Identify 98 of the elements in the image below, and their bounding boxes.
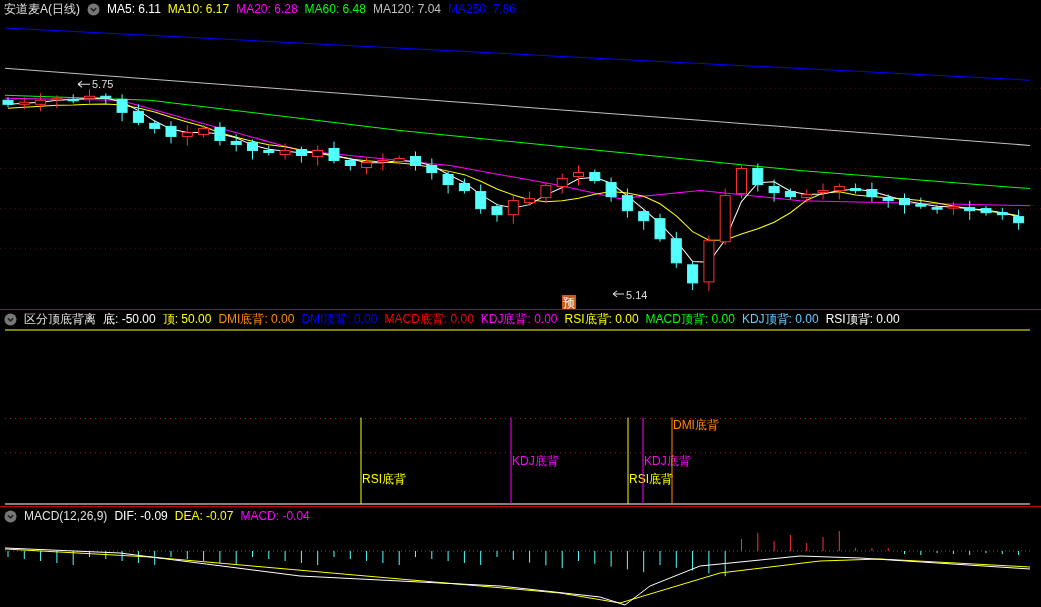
candlestick xyxy=(442,171,454,195)
candlestick xyxy=(882,194,894,209)
candlestick xyxy=(964,200,976,221)
indicator-value: 顶: 50.00 xyxy=(162,310,212,328)
candlestick xyxy=(35,92,47,112)
candlestick xyxy=(605,177,617,203)
candlestick xyxy=(996,207,1008,221)
candlestick xyxy=(230,133,242,152)
candlestick xyxy=(458,178,470,195)
candlestick xyxy=(850,183,862,195)
candlestick xyxy=(247,138,258,160)
indicator-value: KDJ顶背: 0.00 xyxy=(741,310,819,328)
candlestick xyxy=(980,205,992,217)
candlestick xyxy=(84,88,95,104)
candlestick xyxy=(279,142,291,160)
indicator-title: 区分顶底背离 xyxy=(24,310,96,328)
candlestick xyxy=(198,124,210,138)
signal-label: RSI底背 xyxy=(362,471,406,486)
indicator-value: MA20: 6.28 xyxy=(236,2,298,16)
candlestick xyxy=(507,195,519,225)
candlestick xyxy=(377,152,389,171)
candlestick xyxy=(410,150,421,171)
candlestick xyxy=(736,165,747,200)
candlestick xyxy=(475,184,487,215)
candlestick xyxy=(670,231,682,269)
candlestick xyxy=(703,235,715,292)
indicator-value: DIF: -0.09 xyxy=(114,509,168,523)
forecast-badge: 预 xyxy=(562,294,576,309)
candlestick xyxy=(638,208,650,231)
candlestick xyxy=(51,94,63,109)
price-label: 5.14 xyxy=(626,288,648,301)
candlestick xyxy=(915,197,927,210)
candlestick xyxy=(931,204,943,215)
candlestick xyxy=(18,96,30,110)
leader-line xyxy=(612,290,625,298)
candlestick xyxy=(947,201,959,216)
candlestick xyxy=(491,203,503,223)
candlestick xyxy=(719,188,731,246)
candlestick xyxy=(344,157,356,171)
candlestick xyxy=(801,189,813,204)
indicator-value: MA10: 6.17 xyxy=(167,2,230,16)
indicator-value: MACD顶背: 0.00 xyxy=(645,310,735,328)
candlestick xyxy=(328,140,340,164)
candlestick xyxy=(899,193,910,215)
chart-title: 安道麦A(日线) xyxy=(4,0,80,18)
candlestick xyxy=(295,145,307,163)
indicator-value: 底: -50.00 xyxy=(103,310,156,328)
candlestick xyxy=(866,182,878,203)
signal-label: RSI底背 xyxy=(629,471,673,486)
candlestick xyxy=(556,173,568,195)
indicator-value: MA5: 6.11 xyxy=(107,2,161,16)
candlestick xyxy=(132,103,144,126)
signal-label: KDJ底背 xyxy=(512,453,559,468)
candlestick xyxy=(589,169,601,185)
candlestick xyxy=(2,96,14,108)
candlestick xyxy=(654,213,666,243)
candlestick xyxy=(67,93,79,104)
indicator-value: KDJ底背: 0.00 xyxy=(480,310,558,328)
signal-label: KDJ底背 xyxy=(644,453,691,468)
indicator-value: DEA: -0.07 xyxy=(174,509,234,523)
price-label: 5.75 xyxy=(92,78,114,91)
indicator-value: RSI顶背: 0.00 xyxy=(825,310,900,328)
indicator-value: MACD: -0.04 xyxy=(240,509,310,523)
indicator-value: MA120: 7.04 xyxy=(372,2,441,16)
candlestick xyxy=(263,144,275,156)
candlestick xyxy=(784,188,796,201)
indicator-title: MACD(12,26,9) xyxy=(24,509,108,523)
candlestick xyxy=(165,120,177,144)
candlestick xyxy=(1013,209,1025,231)
indicator-value: DMI顶背: 0.00 xyxy=(301,310,378,328)
leader-line xyxy=(77,80,91,88)
collapse-icon[interactable] xyxy=(4,312,17,326)
candlestick xyxy=(768,179,780,203)
candlestick xyxy=(540,182,552,204)
indicator-value: MA250: 7.86 xyxy=(448,2,517,16)
indicator-value: MA60: 6.48 xyxy=(304,2,366,16)
signal-label: DMI底背 xyxy=(673,417,719,432)
candlestick xyxy=(100,92,112,105)
collapse-icon[interactable] xyxy=(4,509,17,523)
candlestick xyxy=(687,261,699,291)
candlestick xyxy=(573,165,584,187)
candlestick xyxy=(621,188,633,219)
candlestick xyxy=(116,93,128,122)
candlestick xyxy=(181,124,193,146)
candlestick xyxy=(752,163,764,193)
collapse-icon[interactable] xyxy=(87,2,100,16)
indicator-value: DMI底背: 0.00 xyxy=(218,310,295,328)
candlestick xyxy=(833,183,845,201)
candlestick xyxy=(361,157,373,176)
candlestick xyxy=(149,119,161,134)
candlestick xyxy=(312,144,324,166)
indicator-value: RSI底背: 0.00 xyxy=(564,310,639,328)
candlestick xyxy=(426,158,438,181)
indicator-value: MACD底背: 0.00 xyxy=(384,310,474,328)
candlestick xyxy=(524,191,536,207)
candlestick xyxy=(214,121,226,146)
candlestick xyxy=(817,183,829,201)
candlestick xyxy=(393,154,405,165)
